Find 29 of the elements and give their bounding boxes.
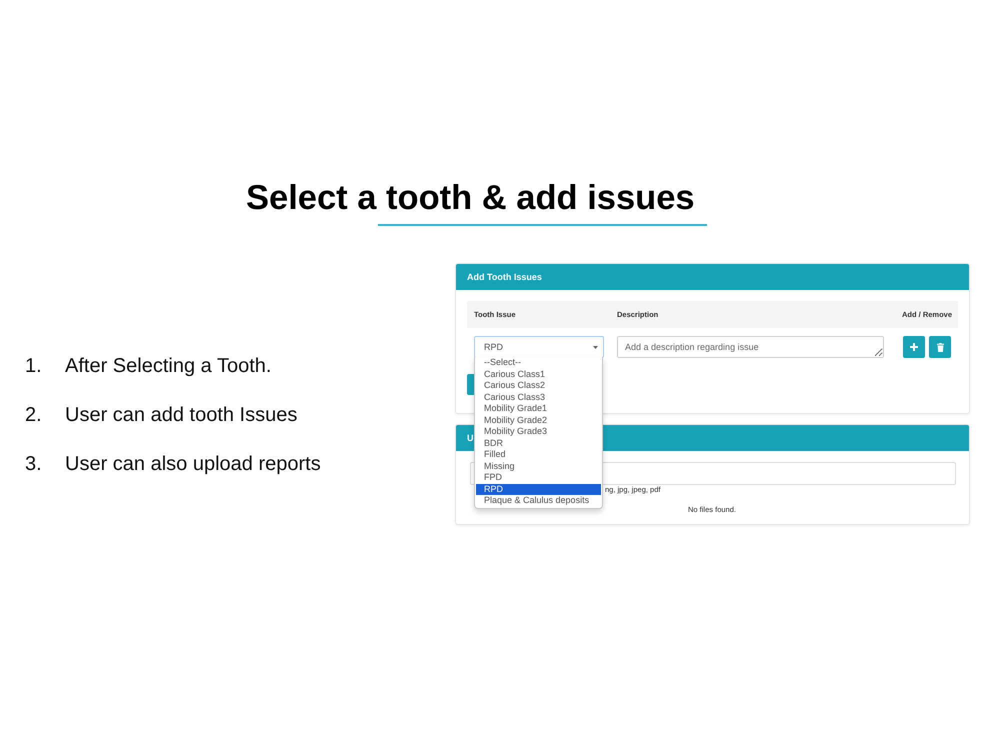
card-title: U — [467, 432, 474, 444]
add-button[interactable] — [903, 336, 925, 358]
step-number: 2. — [25, 404, 42, 426]
step-text: User can also upload reports — [65, 452, 321, 476]
dropdown-option[interactable]: Carious Class1 — [476, 368, 601, 380]
step-number: 3. — [25, 453, 42, 475]
dropdown-option[interactable]: RPD — [476, 484, 601, 495]
dropdown-option[interactable]: Carious Class3 — [476, 392, 601, 403]
dropdown-option[interactable]: Mobility Grade1 — [476, 403, 601, 414]
slide-title: Select a tooth & add issues — [246, 178, 695, 218]
dropdown-option[interactable]: BDR — [476, 438, 601, 449]
dropdown-option[interactable]: --Select-- — [476, 357, 601, 368]
step-text: User can add tooth Issues — [65, 403, 298, 427]
dropdown-option[interactable]: Filled — [476, 449, 601, 460]
dropdown-option[interactable]: Plaque & Calulus deposits — [476, 495, 601, 506]
card-title: Add Tooth Issues — [467, 271, 542, 283]
dropdown-option[interactable]: Mobility Grade2 — [476, 414, 601, 426]
plus-icon — [910, 343, 918, 351]
dropdown-option[interactable]: Missing — [476, 460, 601, 472]
dropdown-option[interactable]: Mobility Grade3 — [476, 426, 601, 438]
step-number: 1. — [25, 355, 42, 377]
issue-select[interactable]: RPD — [474, 336, 604, 358]
description-field[interactable]: Add a description regarding issue — [617, 336, 884, 358]
delete-button[interactable] — [929, 336, 951, 358]
dropdown-option[interactable]: FPD — [476, 472, 601, 484]
step-text: After Selecting a Tooth. — [65, 354, 272, 378]
caret-icon — [593, 346, 598, 348]
trash-icon — [936, 342, 944, 352]
dropdown-option[interactable]: Carious Class2 — [476, 380, 601, 392]
